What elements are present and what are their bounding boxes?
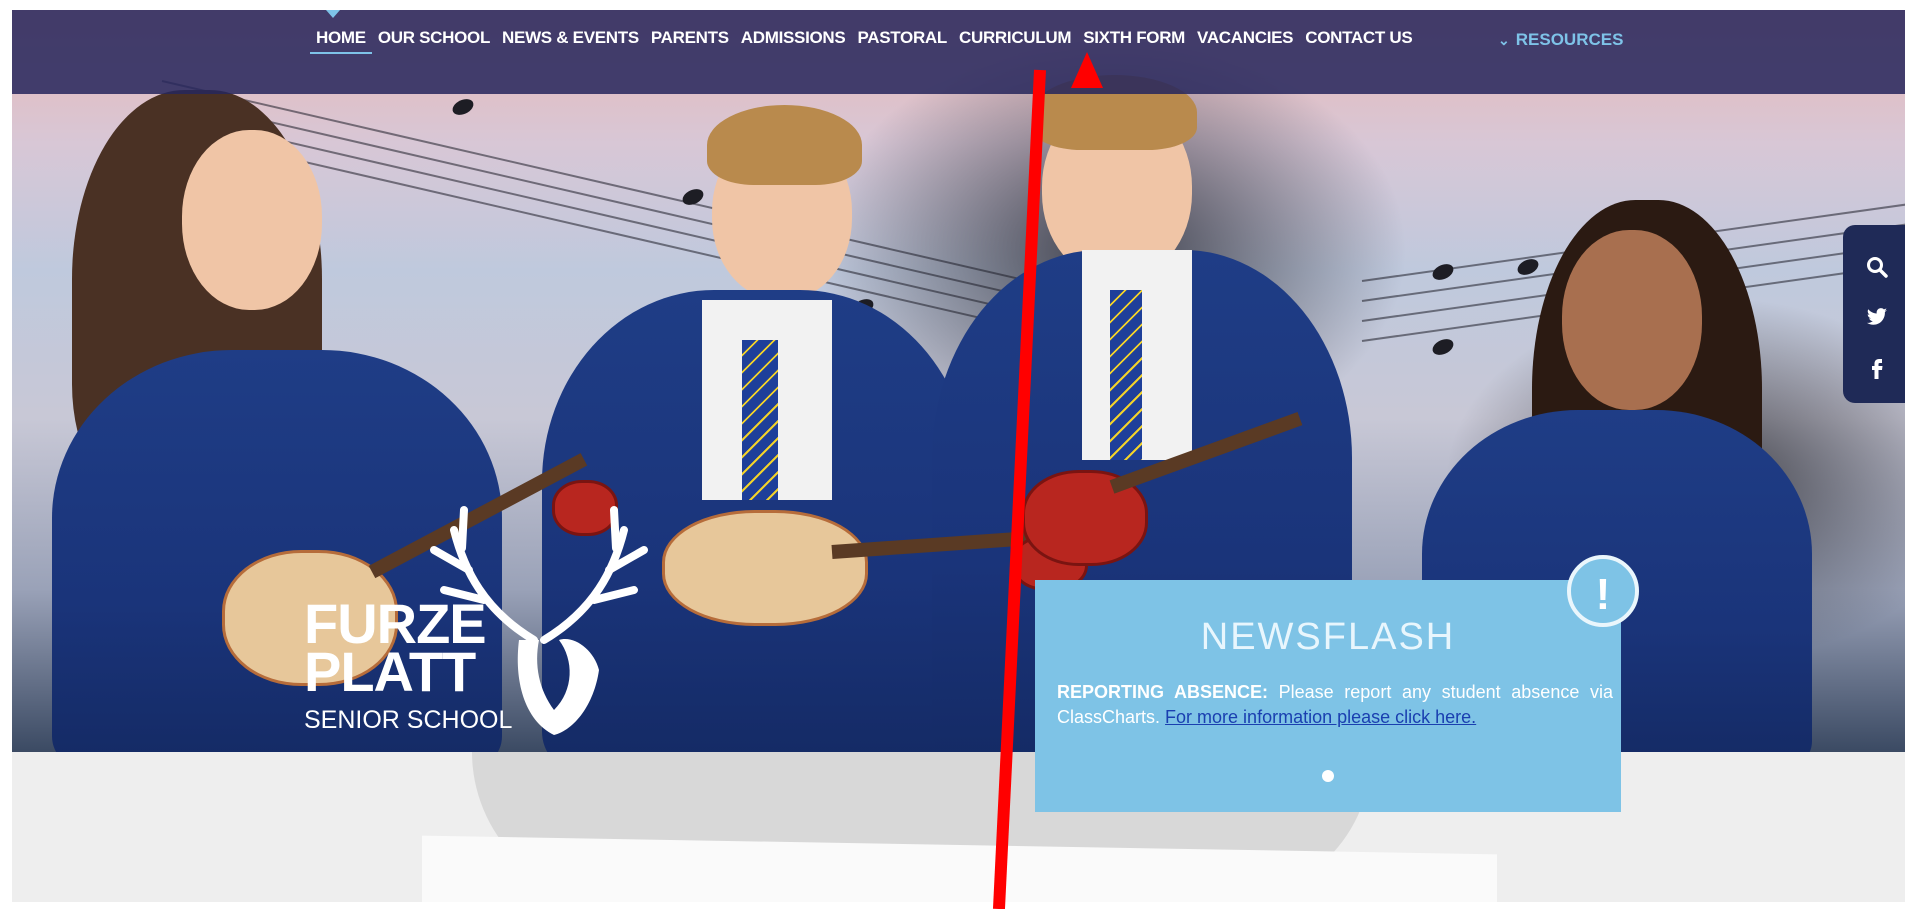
school-logo[interactable]: FURZE PLATT SENIOR SCHOOL (304, 490, 648, 740)
carousel-dot[interactable] (1322, 770, 1334, 782)
nav-item-vacancies[interactable]: VACANCIES (1191, 28, 1299, 54)
nav-item-contact-us[interactable]: CONTACT US (1299, 28, 1418, 54)
main-navbar: HOME OUR SCHOOL NEWS & EVENTS PARENTS AD… (12, 10, 1905, 94)
newsflash-link[interactable]: For more information please click here. (1165, 707, 1476, 727)
search-icon[interactable] (1865, 255, 1889, 279)
resources-dropdown[interactable]: ⌄ RESOURCES (1498, 30, 1623, 50)
newsflash-bold-prefix: REPORTING ABSENCE: (1057, 682, 1268, 702)
chevron-down-icon: ⌄ (1498, 31, 1510, 48)
logo-subtitle: SENIOR SCHOOL (304, 706, 513, 734)
nav-item-our-school[interactable]: OUR SCHOOL (372, 28, 496, 54)
logo-line2: PLATT (304, 640, 476, 703)
main-nav-menu: HOME OUR SCHOOL NEWS & EVENTS PARENTS AD… (310, 28, 1418, 54)
nav-item-home[interactable]: HOME (310, 28, 372, 54)
nav-item-pastoral[interactable]: PASTORAL (851, 28, 953, 54)
nav-item-news-events[interactable]: NEWS & EVENTS (496, 28, 645, 54)
active-indicator-caret (326, 10, 340, 18)
newsflash-panel: NEWSFLASH REPORTING ABSENCE: Please repo… (1035, 580, 1621, 812)
newsflash-message: REPORTING ABSENCE: Please report any stu… (1057, 680, 1613, 730)
hero-image (12, 10, 1905, 752)
social-sidebar (1843, 225, 1905, 403)
annotation-arrow-head (1071, 52, 1103, 88)
nav-item-admissions[interactable]: ADMISSIONS (735, 28, 852, 54)
nav-item-parents[interactable]: PARENTS (645, 28, 735, 54)
newsflash-title: NEWSFLASH (1200, 616, 1456, 658)
resources-label: RESOURCES (1515, 30, 1624, 49)
facebook-icon[interactable] (1865, 355, 1889, 379)
logo-wordmark: FURZE PLATT (304, 596, 487, 703)
nav-item-curriculum[interactable]: CURRICULUM (953, 28, 1077, 54)
page-frame: HOME OUR SCHOOL NEWS & EVENTS PARENTS AD… (12, 10, 1905, 902)
alert-icon: ! (1567, 555, 1639, 627)
nav-item-sixth-form[interactable]: SIXTH FORM (1077, 28, 1191, 54)
twitter-icon[interactable] (1865, 305, 1889, 329)
